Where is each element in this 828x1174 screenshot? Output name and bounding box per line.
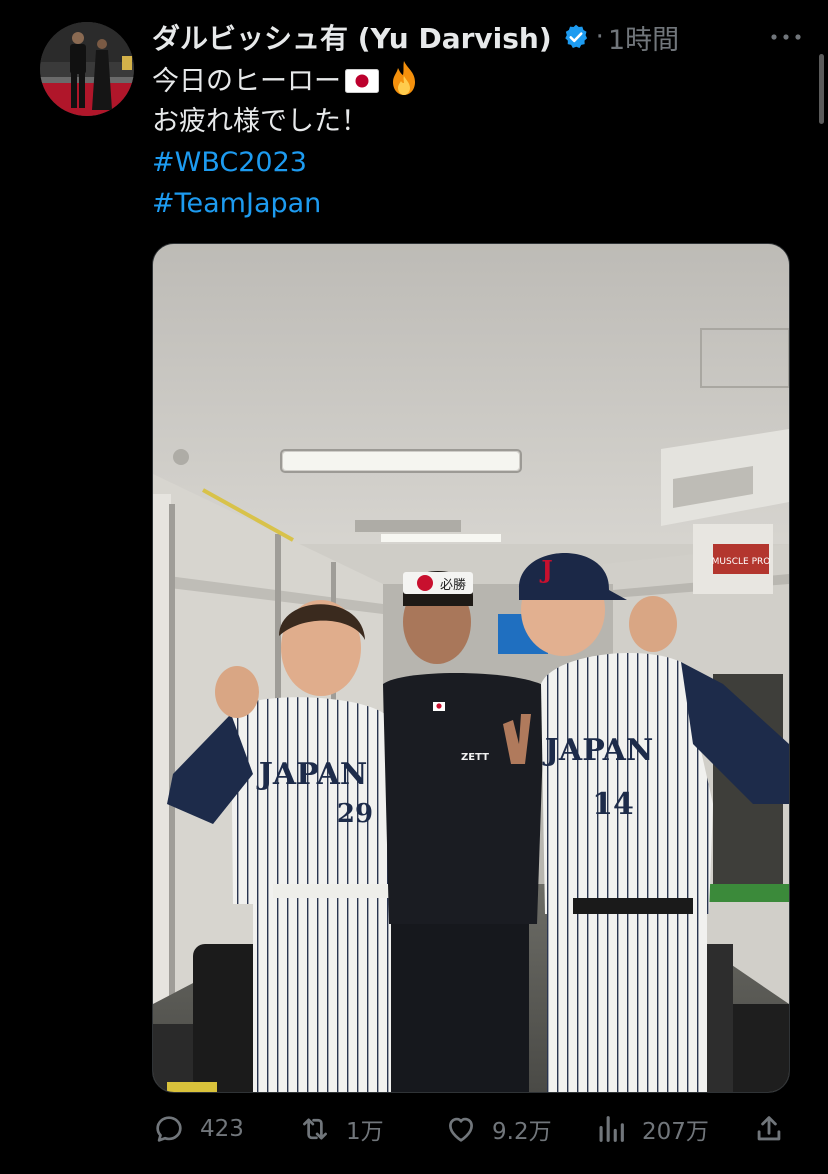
japan-flag-icon	[345, 69, 379, 93]
hashtag-wbc2023[interactable]: #WBC2023	[152, 142, 421, 183]
reply-action[interactable]: 423	[152, 1112, 244, 1146]
headband-text: 必勝	[440, 578, 466, 593]
text-line-1: 今日のヒーロー	[152, 60, 421, 101]
right-jersey-number: 14	[592, 787, 634, 822]
like-action[interactable]: 9.2万	[444, 1112, 552, 1146]
shelf-sign-text: MUSCLE PRO	[712, 557, 771, 567]
avatar-image	[40, 22, 134, 116]
retweet-action[interactable]: 1万	[298, 1112, 384, 1146]
photo-locker-room: MUSCLE PRO JAPAN 29 必勝 ZETT J JAPAN 14	[153, 244, 789, 1092]
views-bar-chart-icon	[599, 1116, 624, 1142]
more-options-icon[interactable]	[768, 24, 804, 50]
separator-dot: ·	[595, 22, 604, 52]
tweet: ダルビッシュ有 (Yu Darvish) · 1時間 今日のヒーロー お疲れ様で…	[0, 0, 828, 1174]
reply-count: 423	[200, 1116, 244, 1142]
tweet-actions: 423 1万 9.2万 207万	[152, 1106, 788, 1150]
scrollbar[interactable]	[819, 54, 824, 124]
share-upload-icon	[757, 1116, 781, 1141]
fire-icon	[393, 61, 415, 95]
center-shirt-logo: ZETT	[461, 752, 489, 763]
heart-icon	[449, 1117, 473, 1142]
views-count: 207万	[642, 1119, 709, 1145]
share-action[interactable]	[752, 1112, 800, 1146]
tweet-header: ダルビッシュ有 (Yu Darvish) · 1時間	[152, 14, 804, 60]
left-jersey-team: JAPAN	[256, 757, 368, 792]
text-line-2: お疲れ様でした！	[152, 106, 368, 137]
right-jersey-team: JAPAN	[542, 733, 654, 768]
avatar[interactable]	[40, 22, 134, 116]
cap-letter: J	[539, 555, 552, 584]
text-line-1-label: 今日のヒーロー	[152, 66, 341, 97]
verified-badge-icon	[564, 24, 587, 48]
display-name[interactable]: ダルビッシュ有 (Yu Darvish)	[152, 17, 552, 57]
hashtag-teamjapan[interactable]: #TeamJapan	[152, 183, 421, 224]
timestamp[interactable]: 1時間	[608, 18, 679, 57]
reply-icon	[156, 1116, 182, 1142]
left-jersey-number: 29	[337, 799, 373, 829]
tweet-photo[interactable]: MUSCLE PRO JAPAN 29 必勝 ZETT J JAPAN 14	[152, 243, 790, 1093]
retweet-icon	[303, 1118, 327, 1140]
retweet-count: 1万	[346, 1119, 384, 1145]
views-action[interactable]: 207万	[594, 1112, 709, 1146]
like-count: 9.2万	[492, 1119, 552, 1145]
tweet-text: 今日のヒーロー お疲れ様でした！ #WBC2023 #TeamJapan	[152, 60, 421, 224]
